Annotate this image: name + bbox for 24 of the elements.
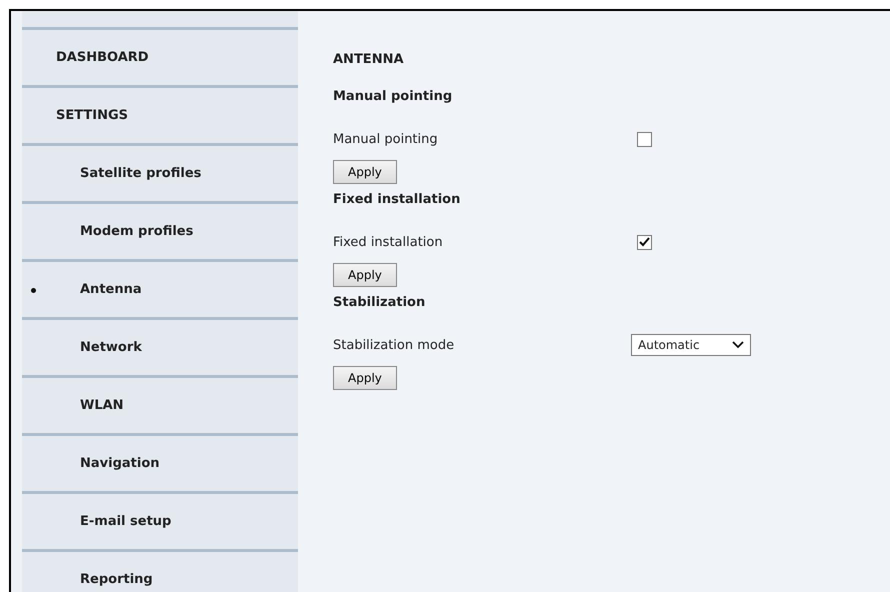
sidebar-item[interactable]: Reporting [22,549,298,592]
sidebar-item[interactable]: Modem profiles [22,201,298,259]
checkbox[interactable] [637,132,652,146]
sidebar-item[interactable]: SETTINGS [22,85,298,143]
chevron-down-icon [732,341,744,349]
sidebar-item[interactable]: WLAN [22,375,298,433]
sidebar-item[interactable]: Antenna [22,259,298,317]
apply-button[interactable]: Apply [333,263,397,287]
sidebar-item[interactable]: Network [22,317,298,375]
field-label: Stabilization mode [333,338,456,352]
dropdown[interactable]: Automatic [631,334,751,356]
sidebar-item[interactable]: Navigation [22,433,298,491]
section-heading: Stabilization [333,295,426,312]
field-label: Fixed installation [333,234,444,250]
apply-button[interactable]: Apply [333,366,397,390]
sidebar-item[interactable]: Satellite profiles [22,143,298,201]
sidebar-item[interactable]: DASHBOARD [22,27,298,85]
page-title: ANTENNA [333,52,405,67]
sidebar-item[interactable]: E-mail setup [22,491,298,549]
apply-button[interactable]: Apply [333,160,397,184]
section-heading: Manual pointing [333,89,454,106]
section-heading: Fixed installation [333,192,462,209]
field-label: Manual pointing [333,132,439,146]
checkbox[interactable] [637,234,652,250]
